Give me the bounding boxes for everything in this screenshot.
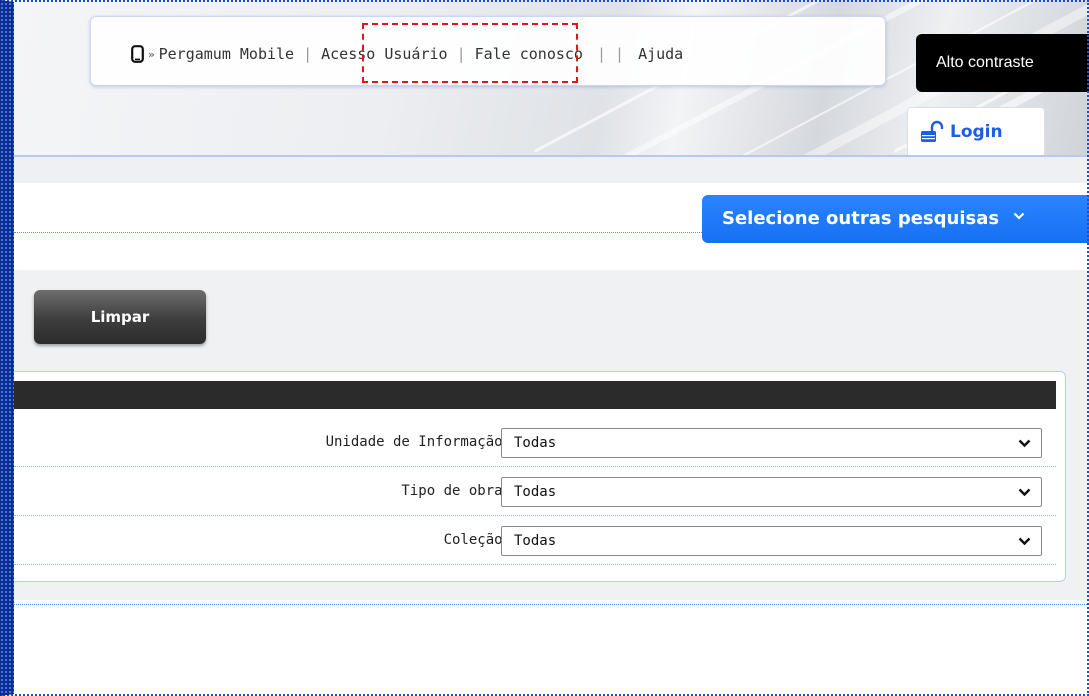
high-contrast-button[interactable]: Alto contraste xyxy=(916,34,1089,92)
divider xyxy=(14,232,702,233)
filter-row-tipo-obra: Tipo de obra: Todas xyxy=(14,467,1056,516)
nav-link-ajuda[interactable]: Ajuda xyxy=(638,45,683,63)
select-other-searches-label: Selecione outras pesquisas xyxy=(722,208,1000,229)
colecao-select-value: Todas xyxy=(514,533,557,549)
top-navigation: » Pergamum Mobile | Acesso Usuário | Fal… xyxy=(90,16,886,86)
divider xyxy=(14,604,1089,605)
nav-link-mobile[interactable]: Pergamum Mobile xyxy=(159,45,294,63)
header-band xyxy=(14,157,1089,183)
colecao-select[interactable]: Todas xyxy=(501,526,1042,556)
clear-button[interactable]: Limpar xyxy=(34,290,206,344)
unidade-select-value: Todas xyxy=(514,435,557,451)
filter-row-colecao: Coleção: Todas xyxy=(14,516,1056,565)
chevron-down-icon xyxy=(1018,439,1031,448)
unlock-icon xyxy=(921,120,944,142)
filter-box: Unidade de Informação: Todas Tipo de obr… xyxy=(14,371,1066,582)
nav-separator: | | xyxy=(596,45,625,63)
nav-separator: | xyxy=(303,45,313,63)
mobile-phone-icon[interactable] xyxy=(131,45,144,63)
filter-label-tipo-obra: Tipo de obra: xyxy=(401,483,511,499)
nav-row: » Pergamum Mobile | Acesso Usuário | Fal… xyxy=(131,45,683,63)
filter-header-bar xyxy=(14,381,1056,409)
chevron-down-icon xyxy=(1014,212,1025,220)
nav-link-fale-conosco[interactable]: Fale conosco xyxy=(475,45,583,63)
filter-row-unidade: Unidade de Informação: Todas xyxy=(14,418,1056,467)
raquo-glyph: » xyxy=(148,47,155,61)
login-button[interactable]: Login xyxy=(907,107,1045,155)
nav-link-acesso-usuario[interactable]: Acesso Usuário xyxy=(321,45,447,63)
unidade-select[interactable]: Todas xyxy=(501,428,1042,458)
filter-label-unidade: Unidade de Informação: xyxy=(325,434,511,450)
chevron-down-icon xyxy=(1018,488,1031,497)
login-label: Login xyxy=(950,121,1003,142)
select-other-searches-button[interactable]: Selecione outras pesquisas xyxy=(702,195,1089,243)
chevron-down-icon xyxy=(1018,537,1031,546)
nav-separator: | xyxy=(456,45,466,63)
tipo-obra-select-value: Todas xyxy=(514,484,557,500)
tipo-obra-select[interactable]: Todas xyxy=(501,477,1042,507)
